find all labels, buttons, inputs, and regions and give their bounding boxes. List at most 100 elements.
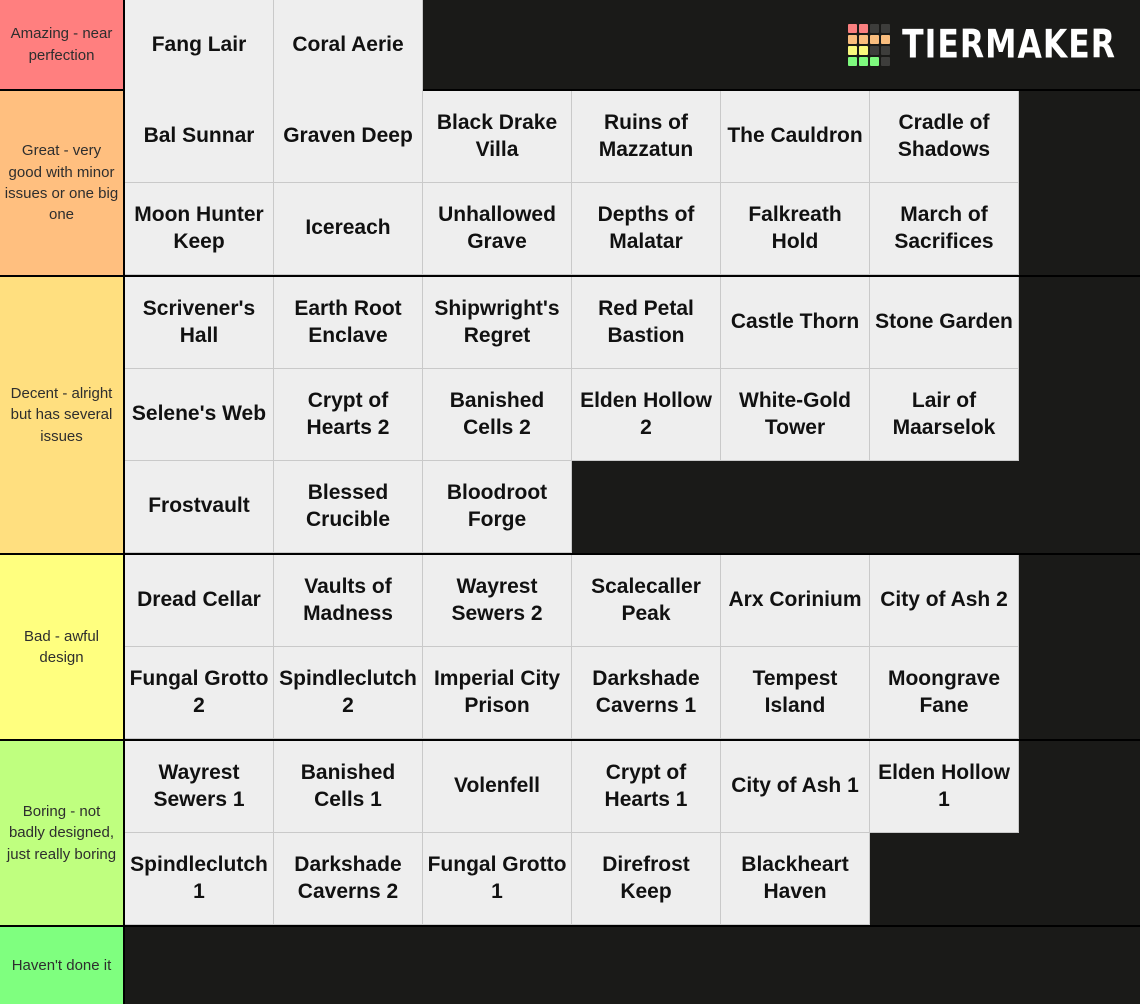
tier-item-cell[interactable]: Coral Aerie [274, 0, 423, 91]
tier-item-cell[interactable]: Moon Hunter Keep [125, 183, 274, 275]
tier-item-label: Earth Root Enclave [294, 296, 402, 347]
tier-item-cell[interactable]: Fungal Grotto 2 [125, 647, 274, 739]
tier-item-cell[interactable]: March of Sacrifices [870, 183, 1019, 275]
logo-swatch [870, 34, 880, 44]
tier-item-cell[interactable]: Falkreath Hold [721, 183, 870, 275]
tier-item-cell[interactable]: Castle Thorn [721, 277, 870, 369]
tier-row-amazing: Amazing - near perfection Fang Lair Coral … [0, 0, 1140, 91]
tier-item-cell[interactable]: Vaults of Madness [274, 555, 423, 647]
tier-item-cell[interactable]: Banished Cells 1 [274, 741, 423, 833]
row-empty-space[interactable] [1019, 277, 1140, 369]
tier-item-label: Cradle of Shadows [897, 110, 991, 161]
tier-item-cell[interactable]: Arx Corinium [721, 555, 870, 647]
row-empty-space[interactable] [1019, 91, 1140, 183]
tier-item-cell[interactable]: Dread Cellar [125, 555, 274, 647]
row-empty-space[interactable] [1019, 741, 1140, 833]
tier-item-cell[interactable]: Scalecaller Peak [572, 555, 721, 647]
tier-item-label: Elden Hollow 1 [878, 760, 1010, 811]
tier-item-cell[interactable]: Bloodroot Forge [423, 461, 572, 553]
tier-label-decent[interactable]: Decent - alright but has several issues [0, 277, 125, 553]
tier-item-row: Scrivener's Hall Earth Root Enclave Shipwr… [125, 277, 1140, 369]
row-empty-space[interactable] [1019, 647, 1140, 739]
tier-label-great[interactable]: Great - very good with minor issues or o… [0, 91, 125, 275]
tier-label-haven[interactable]: Haven't done it [0, 927, 125, 1004]
logo-swatch [859, 56, 869, 66]
tier-item-label: Fang Lair [151, 33, 247, 57]
tier-item-cell[interactable]: Darkshade Caverns 1 [572, 647, 721, 739]
tier-item-cell[interactable]: Fungal Grotto 1 [423, 833, 572, 925]
tier-item-cell[interactable]: Graven Deep [274, 91, 423, 183]
tier-item-cell[interactable]: Elden Hollow 1 [870, 741, 1019, 833]
tier-item-cell[interactable]: Darkshade Caverns 2 [274, 833, 423, 925]
tier-dropzone-boring[interactable]: Wayrest Sewers 1 Banished Cells 1 Volenfel… [125, 741, 1140, 925]
tier-item-cell[interactable]: Spindleclutch 2 [274, 647, 423, 739]
tier-item-cell[interactable]: Depths of Malatar [572, 183, 721, 275]
tier-dropzone-bad[interactable]: Dread Cellar Vaults of Madness Wayrest Sew… [125, 555, 1140, 739]
tier-item-cell[interactable]: Wayrest Sewers 2 [423, 555, 572, 647]
tier-item-cell[interactable]: Ruins of Mazzatun [572, 91, 721, 183]
tier-item-cell[interactable]: City of Ash 1 [721, 741, 870, 833]
tier-item-label: Bal Sunnar [143, 124, 255, 148]
row-empty-space[interactable] [870, 833, 1140, 925]
tier-item-cell[interactable]: Crypt of Hearts 1 [572, 741, 721, 833]
tier-item-cell[interactable]: Icereach [274, 183, 423, 275]
tier-item-label: Bloodroot Forge [446, 480, 548, 531]
tier-item-label: Blackheart Haven [741, 852, 849, 903]
tier-item-label: Fungal Grotto 2 [129, 666, 269, 717]
tier-item-cell[interactable]: Imperial City Prison [423, 647, 572, 739]
empty-tier-area[interactable] [125, 927, 1140, 1004]
logo-swatch [881, 45, 891, 55]
tier-item-cell[interactable]: Volenfell [423, 741, 572, 833]
tier-item-cell[interactable]: Black Drake Villa [423, 91, 572, 183]
tier-item-cell[interactable]: Earth Root Enclave [274, 277, 423, 369]
tiermaker-logo: TIERMAKER [848, 22, 1116, 67]
tier-item-label: City of Ash 2 [880, 588, 1008, 612]
tier-item-cell[interactable]: Blessed Crucible [274, 461, 423, 553]
brand-name: TIERMAKER [902, 22, 1116, 67]
tier-item-cell[interactable]: Unhallowed Grave [423, 183, 572, 275]
row-empty-space[interactable] [1019, 369, 1140, 461]
tier-item-cell[interactable]: Banished Cells 2 [423, 369, 572, 461]
tier-item-cell[interactable]: Selene's Web [125, 369, 274, 461]
tier-item-label: Spindleclutch 1 [130, 852, 268, 903]
tier-item-cell[interactable]: Scrivener's Hall [125, 277, 274, 369]
tier-item-label: Spindleclutch 2 [279, 666, 417, 717]
tier-item-cell[interactable]: Crypt of Hearts 2 [274, 369, 423, 461]
tier-item-label: Imperial City Prison [433, 666, 561, 717]
tier-item-cell[interactable]: Bal Sunnar [125, 91, 274, 183]
tier-item-cell[interactable]: Lair of Maarselok [870, 369, 1019, 461]
tier-item-cell[interactable]: Moongrave Fane [870, 647, 1019, 739]
tier-item-cell[interactable]: Cradle of Shadows [870, 91, 1019, 183]
tier-item-cell[interactable]: Fang Lair [125, 0, 274, 91]
tier-item-label: Banished Cells 1 [300, 760, 396, 811]
tier-item-cell[interactable]: Wayrest Sewers 1 [125, 741, 274, 833]
tier-dropzone-decent[interactable]: Scrivener's Hall Earth Root Enclave Shipwr… [125, 277, 1140, 553]
tier-item-label: Moon Hunter Keep [134, 202, 264, 253]
tier-dropzone-great[interactable]: Bal Sunnar Graven Deep Black Drake Villa Ru… [125, 91, 1140, 275]
tier-item-cell[interactable]: Shipwright's Regret [423, 277, 572, 369]
tier-label-amazing[interactable]: Amazing - near perfection [0, 0, 125, 89]
tier-item-cell[interactable]: Elden Hollow 2 [572, 369, 721, 461]
tier-item-cell[interactable]: Frostvault [125, 461, 274, 553]
tier-item-cell[interactable]: City of Ash 2 [870, 555, 1019, 647]
row-empty-space[interactable] [1019, 183, 1140, 275]
row-empty-space[interactable] [572, 461, 1140, 553]
tier-dropzone-amazing[interactable]: Fang Lair Coral Aerie TIERMAKER [125, 0, 1140, 91]
tier-item-cell[interactable]: White-Gold Tower [721, 369, 870, 461]
tier-item-cell[interactable]: Stone Garden [870, 277, 1019, 369]
logo-swatch [870, 45, 880, 55]
tier-item-cell[interactable]: The Cauldron [721, 91, 870, 183]
tier-label-text: Amazing - near perfection [10, 25, 113, 64]
tier-item-cell[interactable]: Spindleclutch 1 [125, 833, 274, 925]
tier-item-cell[interactable]: Tempest Island [721, 647, 870, 739]
tier-item-cell[interactable]: Blackheart Haven [721, 833, 870, 925]
logo-grid-icon [848, 23, 891, 66]
tier-label-boring[interactable]: Boring - not badly designed, just really… [0, 741, 125, 925]
tier-item-cell[interactable]: Red Petal Bastion [572, 277, 721, 369]
logo-swatch [848, 34, 858, 44]
tier-item-cell[interactable]: Direfrost Keep [572, 833, 721, 925]
tier-item-label: Selene's Web [131, 402, 267, 426]
tier-dropzone-haven[interactable] [125, 927, 1140, 1004]
tier-label-bad[interactable]: Bad - awful design [0, 555, 125, 739]
row-empty-space[interactable] [1019, 555, 1140, 647]
